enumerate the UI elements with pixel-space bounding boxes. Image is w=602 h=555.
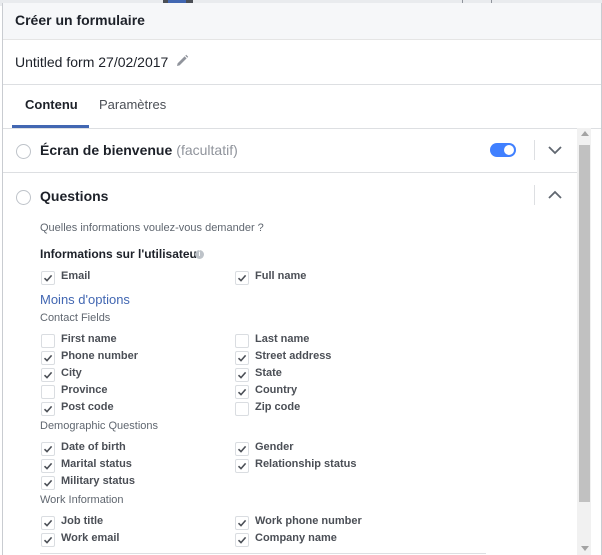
checkbox[interactable] [41,459,55,473]
checkbox[interactable] [41,533,55,547]
checkbox-label[interactable]: Zip code [255,401,300,413]
checkbox-label[interactable]: Last name [255,333,309,345]
pencil-icon[interactable] [175,54,189,68]
checkbox[interactable] [235,351,249,365]
checkbox[interactable] [235,442,249,456]
welcome-toggle[interactable] [490,143,516,157]
scroll-down-arrow[interactable] [581,546,589,551]
user-info-heading: Informations sur l'utilisateur [40,247,202,261]
questions-prompt: Quelles informations voulez-vous demande… [40,222,264,234]
checkbox[interactable] [235,459,249,473]
chevron-down-icon[interactable] [548,145,562,155]
checkbox-label[interactable]: State [255,367,282,379]
checkbox[interactable] [41,368,55,382]
scrollbar-thumb[interactable] [579,145,590,502]
checkbox-label[interactable]: Company name [255,532,337,544]
checkbox[interactable] [41,516,55,530]
field-group-title: Demographic Questions [40,420,159,432]
checkbox-label[interactable]: Date of birth [61,441,126,453]
checkbox[interactable] [41,385,55,399]
welcome-title-text: Écran de bienvenue [40,142,173,158]
checkbox-label[interactable]: Street address [255,350,331,362]
content-area: Écran de bienvenue (facultatif) Questions… [3,128,577,555]
questions-title: Questions [40,188,109,204]
checkbox[interactable] [41,351,55,365]
scroll-up-arrow[interactable] [581,131,589,136]
checkbox-label[interactable]: Post code [61,401,114,413]
field-group-title: Contact Fields [40,312,111,324]
welcome-radio[interactable] [16,144,31,159]
checkbox[interactable] [235,385,249,399]
welcome-screen-section[interactable]: Écran de bienvenue (facultatif) [3,128,577,173]
checkbox-label[interactable]: Country [255,384,297,396]
tab-contenu[interactable]: Contenu [25,97,78,112]
tab-bar: Contenu Paramètres [3,84,601,129]
info-icon[interactable]: i [195,250,204,259]
tab-parametres[interactable]: Paramètres [99,97,166,112]
create-form-dialog: Créer un formulaire Untitled form 27/02/… [2,3,602,555]
checkbox[interactable] [41,402,55,416]
checkbox-label[interactable]: Gender [255,441,294,453]
checkbox-label[interactable]: Marital status [61,458,132,470]
less-options-link[interactable]: Moins d'options [40,292,130,307]
checkbox[interactable] [235,334,249,348]
checkbox-label[interactable]: Work email [61,532,120,544]
checkbox[interactable] [235,402,249,416]
checkbox-label[interactable]: Relationship status [255,458,356,470]
checkbox-label[interactable]: Phone number [61,350,138,362]
checkbox[interactable] [235,516,249,530]
checkbox[interactable] [41,271,55,285]
checkbox[interactable] [235,368,249,382]
checkbox-label[interactable]: Job title [61,515,103,527]
checkbox-label[interactable]: Email [61,270,90,282]
dialog-title: Créer un formulaire [15,12,145,28]
chevron-up-icon[interactable] [548,190,562,200]
checkbox-label[interactable]: Full name [255,270,306,282]
form-name-text[interactable]: Untitled form 27/02/2017 [15,54,168,70]
section-separator [534,185,535,205]
dialog-header: Créer un formulaire [3,3,601,40]
checkbox[interactable] [41,476,55,490]
checkbox-label[interactable]: Work phone number [255,515,362,527]
section-divider [40,553,486,554]
welcome-title: Écran de bienvenue (facultatif) [40,142,238,158]
checkbox[interactable] [235,271,249,285]
checkbox-label[interactable]: Military status [61,475,135,487]
section-separator [534,140,535,160]
checkbox-label[interactable]: Province [61,384,107,396]
checkbox[interactable] [41,334,55,348]
optional-label: (facultatif) [176,142,238,158]
checkbox-label[interactable]: First name [61,333,117,345]
checkbox[interactable] [41,442,55,456]
toggle-knob [504,145,514,155]
questions-radio[interactable] [16,190,31,205]
checkbox-label[interactable]: City [61,367,82,379]
checkbox[interactable] [235,533,249,547]
field-group-title: Work Information [40,494,124,506]
